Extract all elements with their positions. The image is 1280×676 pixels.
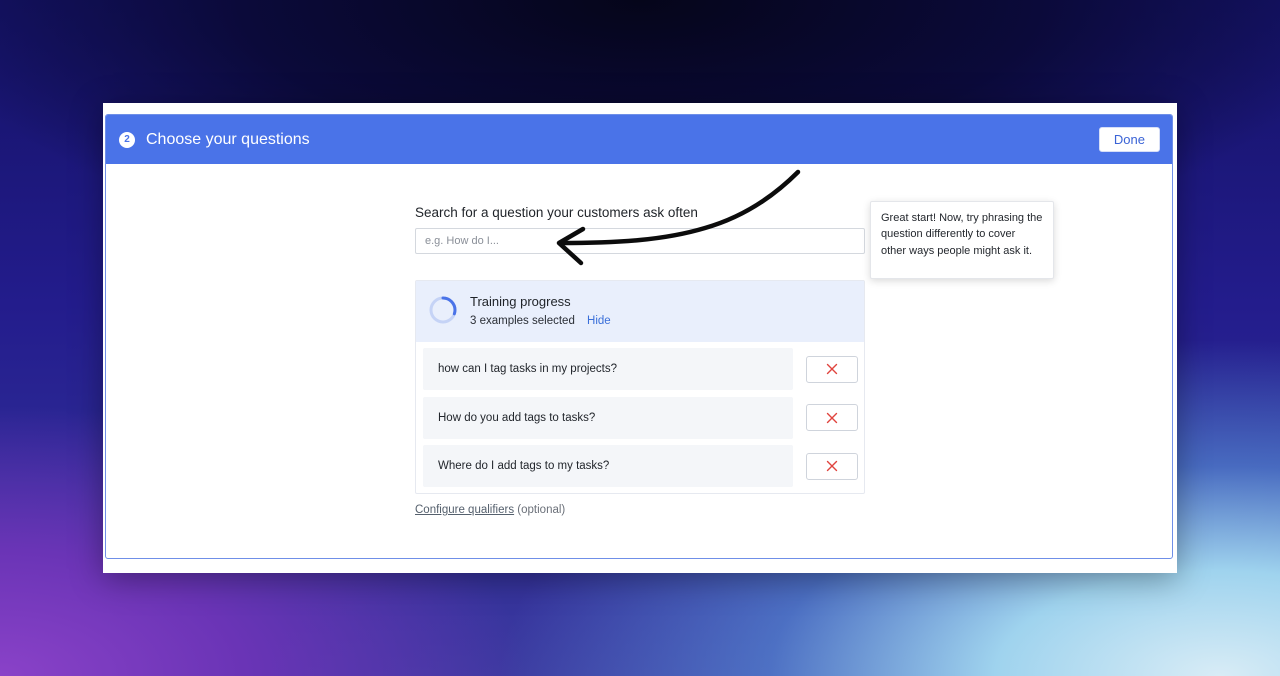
example-row: how can I tag tasks in my projects? bbox=[423, 348, 858, 390]
progress-subline: 3 examples selected Hide bbox=[470, 315, 611, 327]
configure-qualifiers-row: Configure qualifiers (optional) bbox=[415, 504, 865, 516]
step-badge: 2 bbox=[119, 131, 135, 148]
examples-list: how can I tag tasks in my projects? How … bbox=[416, 342, 864, 493]
close-x-icon bbox=[826, 412, 838, 423]
hide-link[interactable]: Hide bbox=[587, 315, 611, 327]
card-header: 2 Choose your questions Done bbox=[106, 115, 1172, 164]
main-content: Search for a question your customers ask… bbox=[415, 205, 865, 516]
done-button[interactable]: Done bbox=[1098, 127, 1160, 152]
progress-ring-icon bbox=[429, 296, 457, 324]
search-input[interactable] bbox=[415, 228, 865, 254]
hint-tooltip: Great start! Now, try phrasing the quest… bbox=[870, 201, 1054, 279]
progress-title: Training progress bbox=[470, 294, 571, 309]
close-x-icon bbox=[826, 460, 838, 472]
remove-example-button[interactable] bbox=[806, 452, 858, 480]
card-title: Choose your questions bbox=[146, 130, 310, 148]
question-card: 2 Choose your questions Done Search for … bbox=[103, 103, 1177, 573]
examples-count: 3 examples selected bbox=[470, 315, 575, 327]
progress-text: Training progress 3 examples selected Hi… bbox=[470, 294, 611, 327]
training-progress-header: Training progress 3 examples selected Hi… bbox=[416, 281, 864, 342]
remove-example-button[interactable] bbox=[806, 355, 858, 383]
example-question: how can I tag tasks in my projects? bbox=[423, 348, 793, 390]
training-progress-panel: Training progress 3 examples selected Hi… bbox=[415, 280, 865, 494]
example-question: Where do I add tags to my tasks? bbox=[423, 445, 793, 487]
configure-qualifiers-link[interactable]: Configure qualifiers bbox=[415, 504, 514, 516]
card-frame: 2 Choose your questions Done Search for … bbox=[105, 114, 1173, 559]
close-x-icon bbox=[826, 363, 838, 375]
example-row: How do you add tags to tasks? bbox=[423, 396, 858, 439]
search-label: Search for a question your customers ask… bbox=[415, 205, 698, 220]
example-row: Where do I add tags to my tasks? bbox=[423, 445, 858, 487]
remove-example-button[interactable] bbox=[806, 404, 858, 431]
optional-label: (optional) bbox=[517, 504, 566, 516]
example-question: How do you add tags to tasks? bbox=[423, 396, 793, 439]
